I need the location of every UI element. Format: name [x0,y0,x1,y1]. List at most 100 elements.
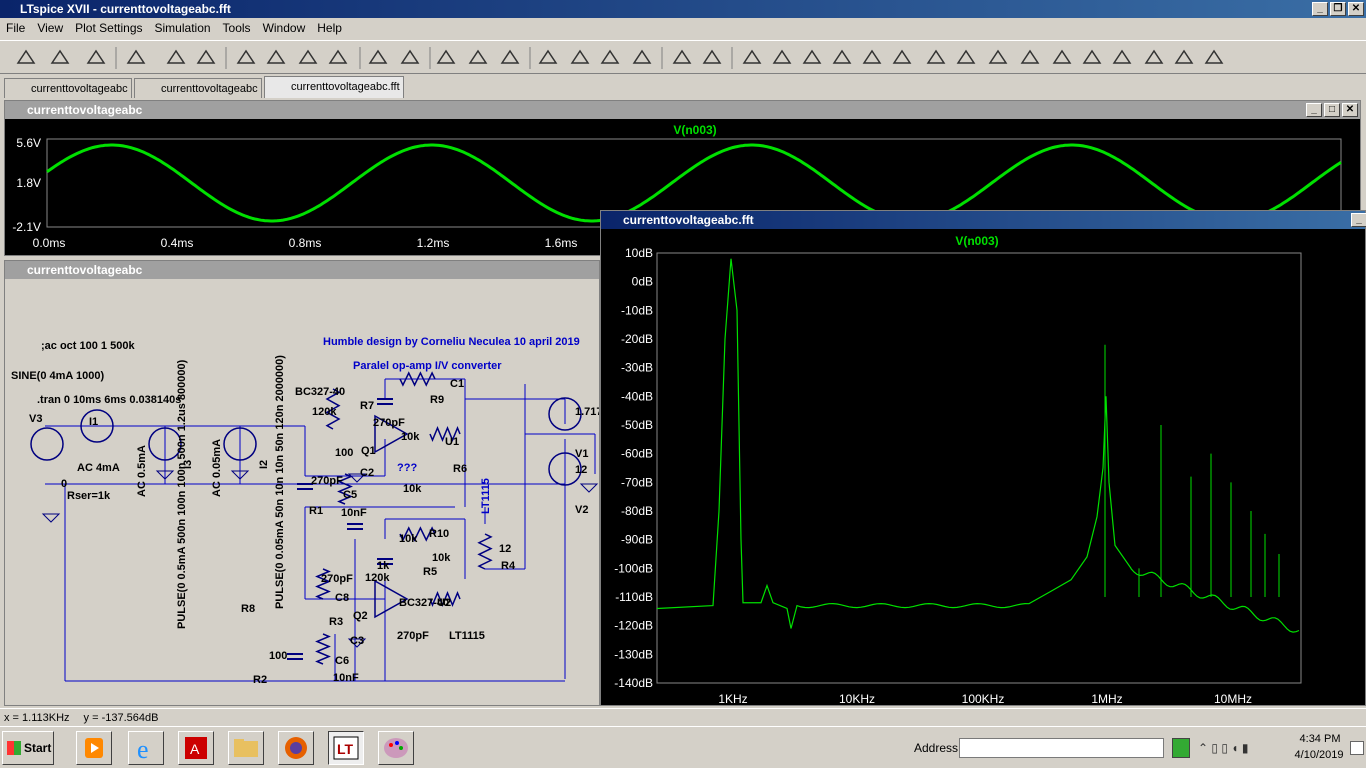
tray-icons[interactable]: ⌃ ▯ ▯ ◖ ▮ [1198,741,1288,757]
file-explorer-icon[interactable] [228,731,264,765]
toolbar [0,40,1366,74]
go-arrow-icon[interactable] [1172,738,1190,758]
firefox-icon[interactable] [278,731,314,765]
capacitor-icon[interactable] [860,46,884,70]
rotate-icon[interactable] [1110,46,1134,70]
waveform-xtick: 1.2ms [417,236,450,250]
undo-icon[interactable] [1050,46,1074,70]
cursor-icon[interactable] [398,46,422,70]
menu-window[interactable]: Window [257,21,312,35]
waveform-xtick: 0.8ms [289,236,322,250]
minimize-button[interactable]: _ [1312,2,1328,16]
tile-horizontal-icon[interactable] [434,46,458,70]
address-input[interactable] [959,738,1164,758]
schematic-label: R10 [429,528,449,540]
fft-ytick: -140dB [614,676,653,690]
zoom-in-icon[interactable] [234,46,258,70]
ltspice-taskbar-icon[interactable]: LT [328,731,364,765]
internet-explorer-icon[interactable]: e [128,731,164,765]
paste-icon[interactable] [598,46,622,70]
menu-tools[interactable]: Tools [217,21,257,35]
schematic-label: 10nF [333,672,359,684]
menu-view[interactable]: View [31,21,69,35]
ground-icon[interactable] [770,46,794,70]
fft-ytick: -90dB [621,533,653,547]
move-icon[interactable] [986,46,1010,70]
minimize-button[interactable]: _ [1351,213,1366,227]
waveform-window-title[interactable]: currenttovoltageabc [5,101,1360,119]
fft-xtick: 10MHz [1214,692,1252,705]
text-icon[interactable] [1172,46,1196,70]
label-icon[interactable] [800,46,824,70]
save-icon[interactable] [84,46,108,70]
cascade-icon[interactable] [466,46,490,70]
restore-button[interactable]: ❐ [1330,2,1346,16]
schematic-window: currenttovoltageabc ;ac oct 100 1 500k SI… [4,260,600,706]
schematic-label: R4 [501,560,516,572]
schematic-label: 270pF [311,475,343,487]
fft-ytick: -60dB [621,447,653,461]
schematic-label: C5 [343,489,357,501]
open-icon[interactable] [48,46,72,70]
address-label: Address [914,741,959,755]
waveform-ytick: -2.1V [12,220,41,234]
title-bar: LTspice XVII - currenttovoltageabc.fft _… [0,0,1366,18]
resistor-icon[interactable] [830,46,854,70]
menu-plot-settings[interactable]: Plot Settings [69,21,148,35]
start-button[interactable]: Start [2,731,54,765]
action-center-icon[interactable] [1350,741,1364,755]
close-button[interactable]: ✕ [1342,103,1358,117]
schematic-label: Rser=1k [67,490,111,502]
tab-bar: currenttovoltageabc currenttovoltageabc … [0,76,1366,98]
menu-help[interactable]: Help [311,21,348,35]
schematic-label: PULSE(0 0.05mA 50n 10n 10n 50n 120n 2000… [274,355,286,609]
paint-icon[interactable] [378,731,414,765]
acrobat-icon[interactable]: A [178,731,214,765]
fft-window-title[interactable]: currenttovoltageabc.fft [601,211,1365,229]
menu-simulation[interactable]: Simulation [149,21,217,35]
component-icon[interactable] [954,46,978,70]
fft-plot[interactable]: V(n003) 10dB 0dB -10dB -20dB -30dB -40dB -50dB -… [601,229,1365,705]
waveform-title-text: currenttovoltageabc [27,103,143,117]
control-panel-icon[interactable] [124,46,148,70]
new-schematic-icon[interactable] [14,46,38,70]
tab-waveform[interactable]: currenttovoltageabc [134,78,262,98]
spice-directive-icon[interactable] [1202,46,1226,70]
tile-vertical-icon[interactable] [498,46,522,70]
schematic-label: .tran 0 10ms 6ms 0.038140s [37,394,181,406]
menu-bar: File View Plot Settings Simulation Tools… [0,18,1366,38]
schematic-canvas[interactable]: ;ac oct 100 1 500k SINE(0 4mA 1000) .tran … [5,279,599,705]
schematic-label: 270pF [397,630,429,642]
schematic-label: 270pF [373,417,405,429]
menu-file[interactable]: File [0,21,31,35]
print-setup-icon[interactable] [670,46,694,70]
media-player-icon[interactable] [76,731,112,765]
minimize-button[interactable]: _ [1306,103,1322,117]
inductor-icon[interactable] [890,46,914,70]
cut-icon[interactable] [536,46,560,70]
draw-wire-icon[interactable] [740,46,764,70]
close-button[interactable]: ✕ [1348,2,1364,16]
windows-logo-icon [7,741,21,755]
schematic-label: R3 [329,616,343,628]
schematic-label: Q2 [353,610,368,622]
diode-icon[interactable] [924,46,948,70]
cancel-zoom-icon[interactable] [326,46,350,70]
start-label: Start [24,741,52,755]
run-icon[interactable] [164,46,188,70]
mirror-icon[interactable] [1142,46,1166,70]
tab-schematic[interactable]: currenttovoltageabc [4,78,132,98]
fft-xtick: 1KHz [718,692,747,705]
schematic-window-title[interactable]: currenttovoltageabc [5,261,599,279]
tab-fft[interactable]: currenttovoltageabc.fft [264,76,404,98]
zoom-fit-icon[interactable] [296,46,320,70]
print-icon[interactable] [700,46,724,70]
autorange-icon[interactable] [366,46,390,70]
maximize-button[interactable]: □ [1324,103,1340,117]
halt-icon[interactable] [194,46,218,70]
redo-icon[interactable] [1080,46,1104,70]
drag-icon[interactable] [1018,46,1042,70]
zoom-out-icon[interactable] [264,46,288,70]
copy-icon[interactable] [568,46,592,70]
find-icon[interactable] [630,46,654,70]
